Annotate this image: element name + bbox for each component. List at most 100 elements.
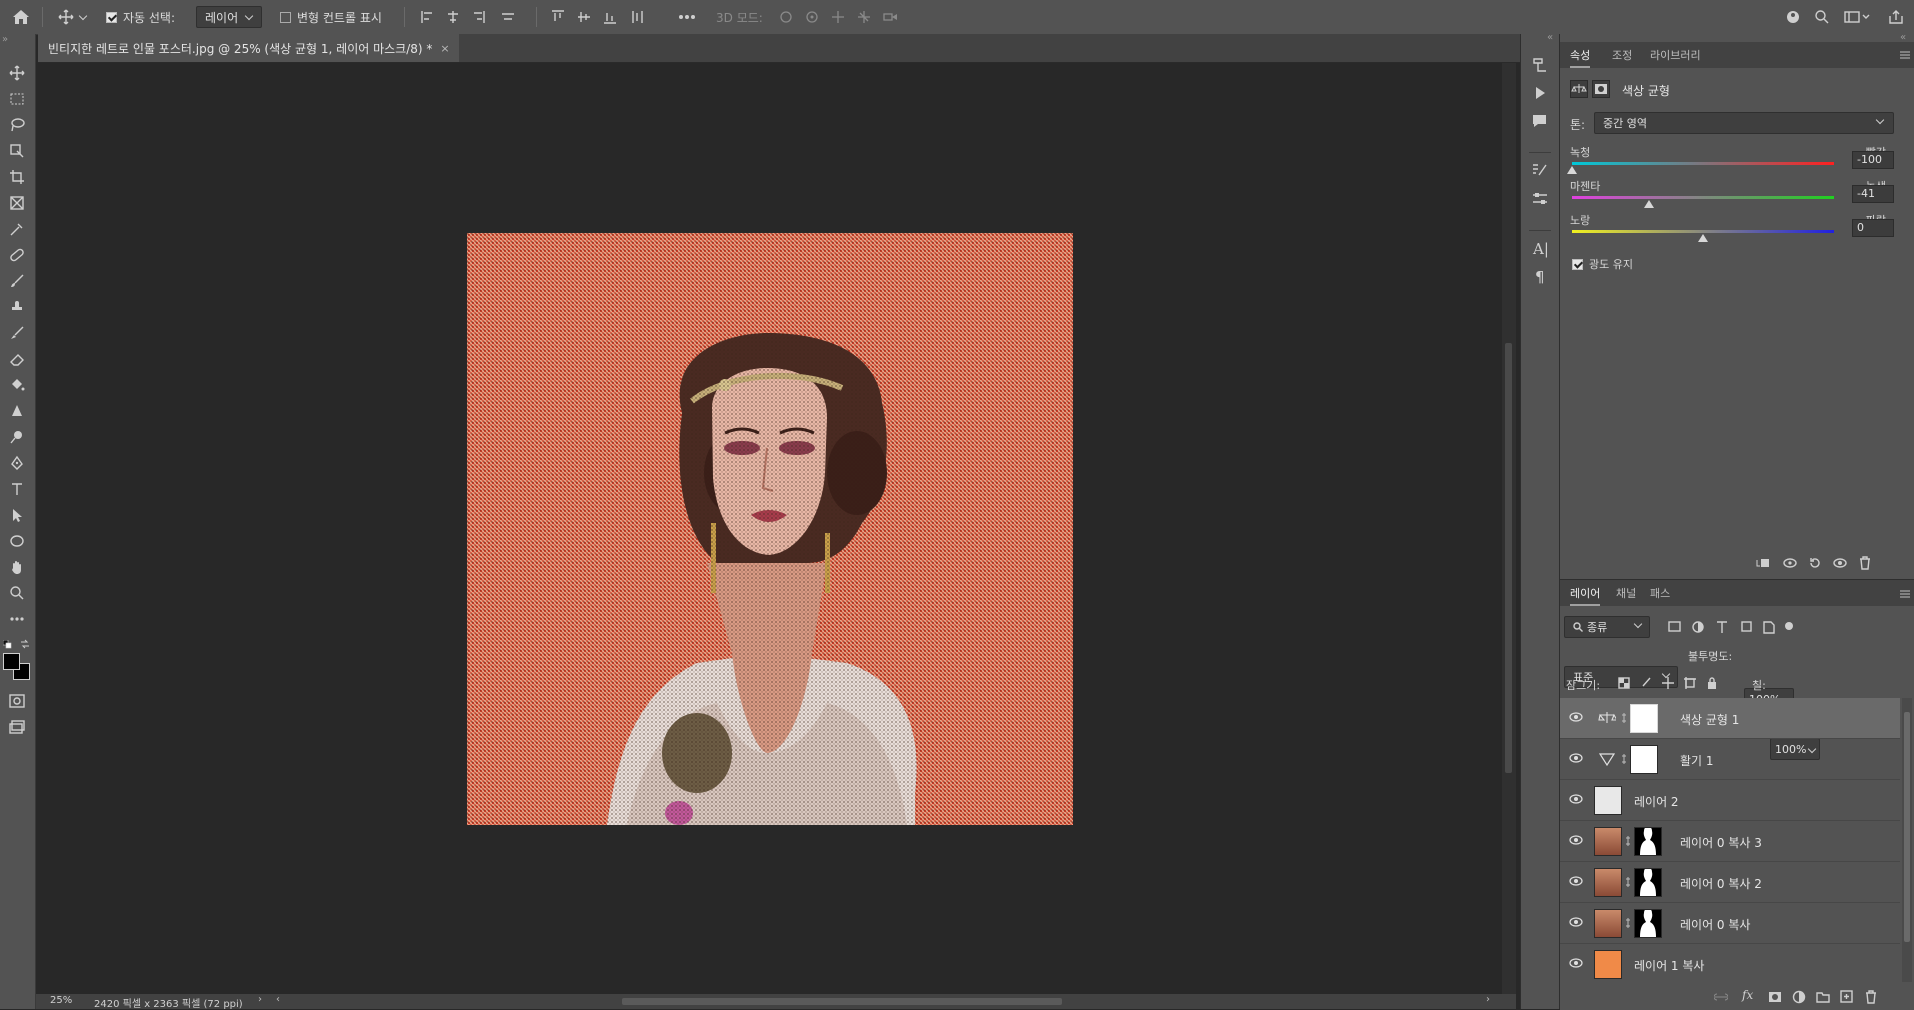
filter-type-icon[interactable] xyxy=(1717,621,1727,633)
add-mask-icon[interactable] xyxy=(1768,990,1782,1004)
mask-icon[interactable] xyxy=(1592,80,1610,98)
layer-row-layer-2[interactable]: 레이어 2 xyxy=(1560,780,1900,821)
distribute-v-icon[interactable] xyxy=(632,11,643,23)
brush-tool[interactable] xyxy=(6,270,28,292)
eraser-tool[interactable] xyxy=(6,348,28,370)
character-panel-icon[interactable]: A| xyxy=(1533,240,1549,258)
align-center-h-icon[interactable] xyxy=(448,11,458,23)
eye-icon[interactable] xyxy=(1569,753,1583,763)
collapse-dock-icon[interactable]: « xyxy=(1547,32,1553,43)
auto-select-dropdown[interactable]: 레이어 xyxy=(196,6,262,28)
tab-libraries[interactable]: 라이브러리 xyxy=(1650,42,1701,68)
history-brush-tool[interactable] xyxy=(6,322,28,344)
dodge-tool[interactable] xyxy=(6,426,28,448)
layer-name[interactable]: 활기 1 xyxy=(1680,752,1714,769)
preserve-luminosity-checkbox[interactable] xyxy=(1572,258,1583,270)
tab-layers[interactable]: 레이어 xyxy=(1570,580,1601,606)
tone-dropdown[interactable]: 중간 영역 xyxy=(1594,112,1894,134)
filter-toggle-icon[interactable] xyxy=(1785,622,1793,630)
eye-icon[interactable] xyxy=(1569,917,1583,927)
new-group-icon[interactable] xyxy=(1816,990,1830,1004)
eye-icon[interactable] xyxy=(1569,876,1583,886)
tab-adjustments[interactable]: 조정 xyxy=(1612,42,1632,68)
orbit-3d-icon[interactable] xyxy=(780,11,792,23)
layer-mask-thumbnail[interactable] xyxy=(1634,908,1662,938)
layer-mask-thumbnail[interactable] xyxy=(1630,745,1658,774)
more-options-button[interactable] xyxy=(678,0,696,34)
align-top-icon[interactable] xyxy=(552,10,564,21)
layer-thumbnail[interactable] xyxy=(1594,786,1622,815)
adjustments-panel-button[interactable] xyxy=(1531,190,1549,211)
eye-icon[interactable] xyxy=(1569,958,1583,968)
document-info[interactable]: 2420 픽셀 x 2363 픽셀 (72 ppi) xyxy=(94,995,243,1010)
align-left-icon[interactable] xyxy=(421,11,432,23)
lock-all-icon[interactable] xyxy=(1708,677,1716,689)
vertical-scrollbar[interactable] xyxy=(1502,63,1516,994)
magenta-green-track[interactable] xyxy=(1572,196,1834,199)
object-select-tool[interactable] xyxy=(6,140,28,162)
ellipse-tool[interactable] xyxy=(6,530,28,552)
layer-row-color-balance[interactable]: 색상 균형 1 xyxy=(1560,698,1900,739)
frame-tool[interactable] xyxy=(6,192,28,214)
delete-layer-icon[interactable] xyxy=(1864,990,1878,1004)
distribute-icon[interactable] xyxy=(502,13,514,20)
comments-panel-button[interactable] xyxy=(1531,112,1549,133)
search-button[interactable] xyxy=(1814,0,1830,34)
layer-thumbnail[interactable] xyxy=(1594,909,1622,938)
layer-name[interactable]: 레이어 0 복사 2 xyxy=(1680,875,1762,892)
swap-colors-icon[interactable] xyxy=(20,638,30,652)
lock-image-icon[interactable] xyxy=(1642,677,1651,687)
status-arrow-icon[interactable]: › xyxy=(258,994,262,1005)
layer-name[interactable]: 레이어 0 복사 xyxy=(1680,916,1750,933)
panel-menu-icon[interactable] xyxy=(1900,49,1910,63)
lock-artboard-icon[interactable] xyxy=(1684,677,1696,689)
clip-to-layer-icon[interactable] xyxy=(1756,557,1770,569)
scroll-left-icon[interactable]: ‹ xyxy=(276,994,280,1005)
actions-panel-button[interactable] xyxy=(1531,84,1549,105)
layers-scrollbar[interactable] xyxy=(1902,698,1912,982)
pen-tool[interactable] xyxy=(6,452,28,474)
hand-tool[interactable] xyxy=(6,556,28,578)
default-colors-icon[interactable] xyxy=(2,639,13,653)
cyan-red-track[interactable] xyxy=(1572,162,1834,165)
home-button[interactable] xyxy=(12,0,30,34)
layer-thumbnail[interactable] xyxy=(1594,950,1622,979)
paragraph-panel-icon[interactable]: ¶ xyxy=(1535,268,1545,286)
auto-select-checkbox[interactable] xyxy=(106,11,117,23)
chain-icon[interactable] xyxy=(1624,835,1632,847)
filter-pixel-icon[interactable] xyxy=(1668,621,1681,632)
slide-3d-icon[interactable] xyxy=(858,11,870,23)
crop-tool[interactable] xyxy=(6,166,28,188)
scroll-right-icon[interactable]: › xyxy=(1486,994,1490,1005)
workspace-button[interactable] xyxy=(1844,0,1870,34)
reset-icon[interactable] xyxy=(1808,556,1822,570)
foreground-color-swatch[interactable] xyxy=(3,653,20,670)
visibility-icon[interactable] xyxy=(1832,556,1848,570)
layer-mask-thumbnail[interactable] xyxy=(1634,867,1662,897)
vertical-scroll-thumb[interactable] xyxy=(1505,343,1512,773)
cyan-red-thumb[interactable] xyxy=(1567,166,1577,174)
auto-select-toggle[interactable]: 자동 선택: xyxy=(106,0,175,34)
layer-filter-dropdown[interactable]: 종류 xyxy=(1564,616,1650,638)
collapse-toolbar-icon[interactable]: » xyxy=(2,34,8,45)
filter-adjustment-icon[interactable] xyxy=(1692,621,1704,633)
layer-mask-thumbnail[interactable] xyxy=(1630,704,1658,733)
chain-icon[interactable] xyxy=(1624,917,1632,929)
delete-icon[interactable] xyxy=(1858,556,1872,570)
layer-row-copy-3[interactable]: 레이어 0 복사 3 xyxy=(1560,821,1900,862)
chain-icon[interactable] xyxy=(1624,876,1632,888)
document-tab[interactable]: 빈티지한 레트로 인물 포스터.jpg @ 25% (색상 균형 1, 레이어 … xyxy=(38,34,459,62)
layer-row-layer-1-copy[interactable]: 레이어 1 복사 xyxy=(1560,944,1900,983)
transform-controls-toggle[interactable]: 변형 컨트롤 표시 xyxy=(280,0,382,34)
horizontal-scroll-thumb[interactable] xyxy=(622,998,1062,1005)
tab-channels[interactable]: 채널 xyxy=(1616,580,1636,606)
align-middle-v-icon[interactable] xyxy=(578,12,590,22)
path-selection-tool[interactable] xyxy=(6,504,28,526)
layer-thumbnail[interactable] xyxy=(1594,868,1622,897)
magenta-green-thumb[interactable] xyxy=(1644,200,1655,208)
new-layer-icon[interactable] xyxy=(1840,990,1854,1004)
link-layers-icon[interactable] xyxy=(1714,992,1728,1002)
lasso-tool[interactable] xyxy=(6,114,28,136)
blur-tool[interactable] xyxy=(6,400,28,422)
move-tool[interactable] xyxy=(6,62,28,84)
